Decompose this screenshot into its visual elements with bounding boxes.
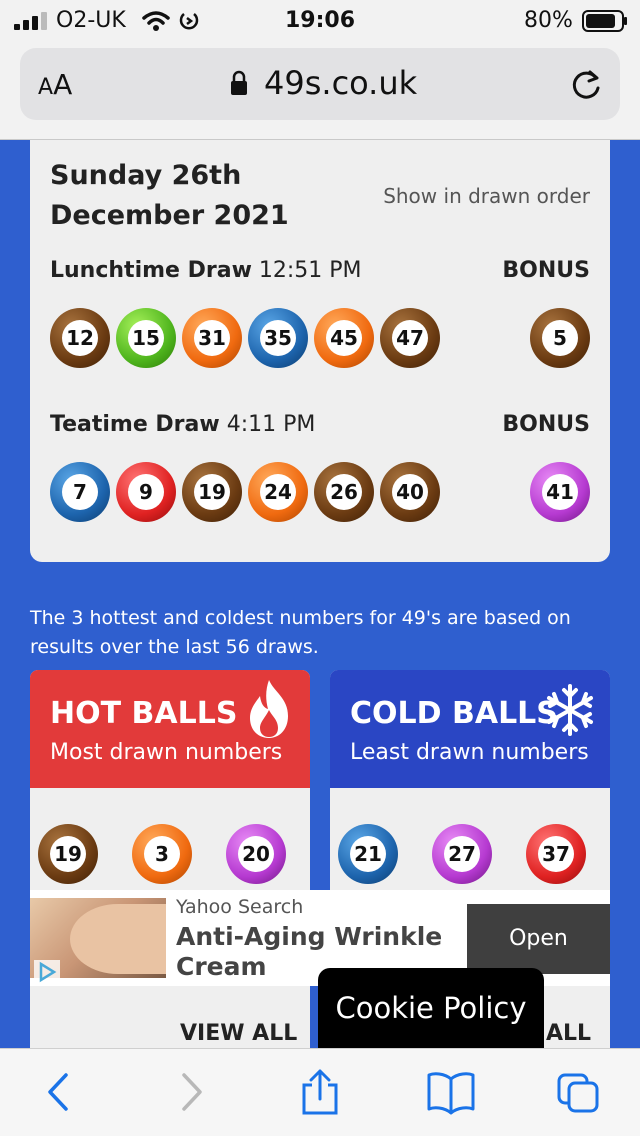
lottery-ball: 15	[116, 308, 176, 368]
cold-balls-title: COLD BALLS	[350, 696, 558, 731]
lottery-ball: 47	[380, 308, 440, 368]
url-text[interactable]: 49s.co.uk	[264, 64, 417, 102]
ball-number: 19	[194, 474, 230, 510]
view-all-hot-button[interactable]: VIEW ALL	[180, 1021, 297, 1046]
ball-number: 45	[326, 320, 362, 356]
cold-balls-subtitle: Least drawn numbers	[350, 740, 589, 765]
cold-balls-header: COLD BALLS Least drawn numbers	[330, 670, 610, 788]
ball-number: 26	[326, 474, 362, 510]
ball-number: 3	[144, 836, 180, 872]
lottery-ball: 12	[50, 308, 110, 368]
battery-percent: 80%	[524, 8, 573, 33]
lottery-ball: 26	[314, 462, 374, 522]
ball-number: 12	[62, 320, 98, 356]
draw-title-teatime: Teatime Draw 4:11 PM	[50, 412, 316, 437]
ball-number: 24	[260, 474, 296, 510]
back-icon[interactable]	[38, 1069, 82, 1115]
lottery-ball: 7	[50, 462, 110, 522]
hot-balls-header: HOT BALLS Most drawn numbers	[30, 670, 310, 788]
address-bar[interactable]: AA 49s.co.uk	[20, 48, 620, 120]
ball-number: 5	[542, 320, 578, 356]
hot-balls-subtitle: Most drawn numbers	[50, 740, 283, 765]
lottery-ball: 24	[248, 462, 308, 522]
bonus-label: BONUS	[502, 258, 590, 283]
ball-number: 41	[542, 474, 578, 510]
lottery-ball: 45	[314, 308, 374, 368]
ball-number: 40	[392, 474, 428, 510]
reload-icon[interactable]	[568, 66, 604, 102]
ball-number: 31	[194, 320, 230, 356]
hot-balls-panel: HOT BALLS Most drawn numbers 19 3 20 VIEW …	[30, 670, 310, 1050]
ad-source: Yahoo Search	[176, 896, 304, 918]
lottery-ball: 19	[182, 462, 242, 522]
hot-ball: 3	[132, 824, 192, 884]
flame-icon	[250, 680, 288, 738]
ball-number: 19	[50, 836, 86, 872]
hot-ball: 20	[226, 824, 286, 884]
ball-number: 27	[444, 836, 480, 872]
ball-number: 20	[238, 836, 274, 872]
ball-number: 21	[350, 836, 386, 872]
bonus-ball: 5	[530, 308, 590, 368]
tabs-icon[interactable]	[556, 1069, 600, 1115]
ball-number: 15	[128, 320, 164, 356]
lock-icon	[231, 70, 247, 95]
lottery-ball: 31	[182, 308, 242, 368]
hot-balls-title: HOT BALLS	[50, 696, 238, 731]
browser-toolbar	[0, 1048, 640, 1136]
cookie-policy-button[interactable]: Cookie Policy	[318, 968, 544, 1048]
cold-ball: 37	[526, 824, 586, 884]
ad-choices-icon[interactable]	[34, 960, 60, 984]
ball-number: 37	[538, 836, 574, 872]
ball-number: 7	[62, 474, 98, 510]
snowflake-icon	[547, 684, 593, 736]
battery-icon	[582, 10, 627, 32]
status-bar: O2-UK 19:06 80%	[0, 0, 640, 40]
draw-results-card: Sunday 26th December 2021 Show in drawn …	[30, 140, 610, 562]
lottery-ball: 35	[248, 308, 308, 368]
bonus-ball: 41	[530, 462, 590, 522]
show-drawn-order-link[interactable]: Show in drawn order	[383, 184, 590, 208]
draw-date: Sunday 26th December 2021	[50, 160, 289, 231]
browser-bar: AA 49s.co.uk	[0, 40, 640, 140]
bookmarks-icon[interactable]	[426, 1069, 476, 1115]
forward-icon[interactable]	[168, 1069, 212, 1115]
ball-number: 35	[260, 320, 296, 356]
bonus-label: BONUS	[502, 412, 590, 437]
lottery-ball: 9	[116, 462, 176, 522]
lottery-ball: 40	[380, 462, 440, 522]
draw-title-lunchtime: Lunchtime Draw 12:51 PM	[50, 258, 362, 283]
ball-number: 9	[128, 474, 164, 510]
text-size-button[interactable]: AA	[38, 68, 72, 101]
view-all-cold-button[interactable]: ALL	[546, 1021, 591, 1046]
ball-number: 47	[392, 320, 428, 356]
cold-ball: 21	[338, 824, 398, 884]
cold-ball: 27	[432, 824, 492, 884]
share-icon[interactable]	[298, 1069, 342, 1115]
ad-open-button[interactable]: Open	[467, 904, 610, 974]
hot-cold-description: The 3 hottest and coldest numbers for 49…	[30, 607, 571, 658]
hot-ball: 19	[38, 824, 98, 884]
